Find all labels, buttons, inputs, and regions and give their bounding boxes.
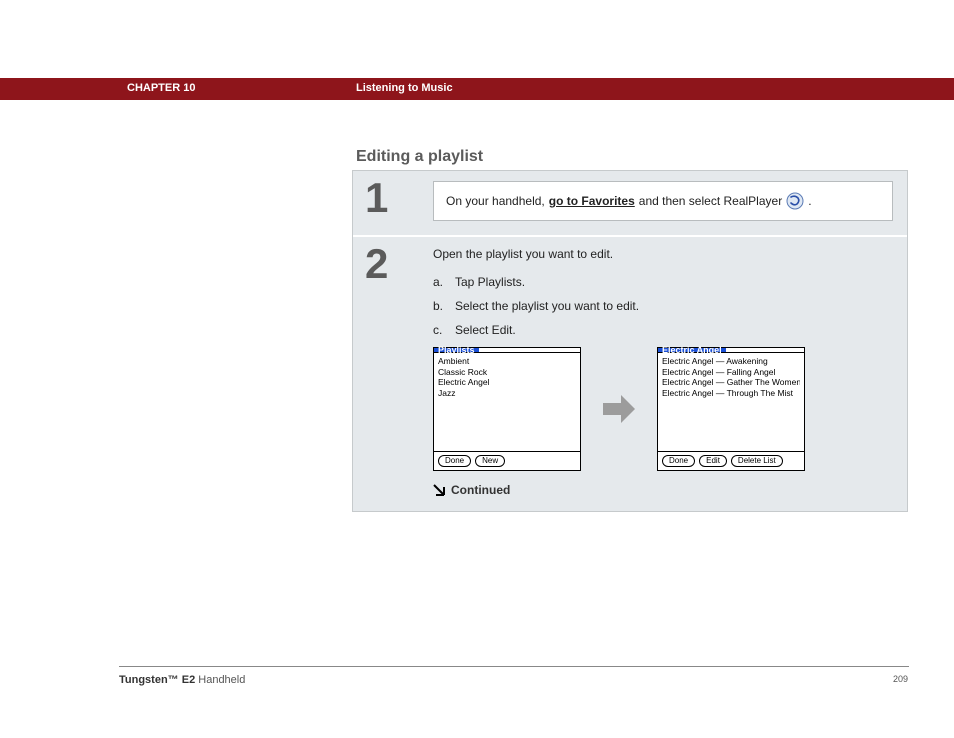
list-item[interactable]: Classic Rock [438, 367, 576, 378]
steps-container: 1 On your handheld, go to Favorites and … [352, 170, 908, 512]
substep-b-text: Select the playlist you want to edit. [455, 299, 639, 313]
section-label: Listening to Music [356, 82, 453, 94]
page-number: 209 [893, 674, 908, 684]
step-1-text-pre: On your handheld, [446, 194, 545, 208]
chapter-label: CHAPTER 10 [127, 82, 195, 94]
step-2-intro: Open the playlist you want to edit. [433, 247, 893, 261]
continued-arrow-icon [433, 484, 445, 496]
footer-suffix: Handheld [195, 674, 245, 686]
substep-b: b. Select the playlist you want to edit. [433, 299, 893, 313]
edit-button[interactable]: Edit [699, 455, 727, 467]
realplayer-icon [786, 192, 804, 210]
substep-b-letter: b. [433, 299, 455, 313]
substep-a-text: Tap Playlists. [455, 275, 525, 289]
substep-c-letter: c. [433, 323, 455, 337]
footer-brand: Tungsten™ E2 [119, 674, 195, 686]
step-number-2: 2 [353, 237, 423, 511]
step-number-1: 1 [353, 171, 423, 235]
step-1-text-tail: . [808, 194, 811, 208]
step-1-instruction: On your handheld, go to Favorites and th… [433, 181, 893, 221]
list-item[interactable]: Jazz [438, 388, 576, 399]
go-to-favorites-link[interactable]: go to Favorites [549, 194, 635, 208]
footer-product-name: Tungsten™ E2 Handheld [119, 674, 245, 686]
done-button[interactable]: Done [662, 455, 695, 467]
palm-playlist-detail-list: Electric Angel — Awakening Electric Ange… [658, 353, 804, 451]
palm-playlist-detail-title: Electric Angel [658, 348, 726, 352]
list-item[interactable]: Electric Angel — Falling Angel [662, 367, 800, 378]
continued-label: Continued [451, 483, 510, 497]
substep-a: a. Tap Playlists. [433, 275, 893, 289]
list-item[interactable]: Electric Angel — Awakening [662, 356, 800, 367]
new-button[interactable]: New [475, 455, 505, 467]
list-item[interactable]: Electric Angel — Gather The Women [662, 377, 800, 388]
step-1-text-post: and then select RealPlayer [639, 194, 782, 208]
delete-list-button[interactable]: Delete List [731, 455, 783, 467]
done-button[interactable]: Done [438, 455, 471, 467]
arrow-right-icon [599, 389, 639, 429]
palm-playlist-detail-window: Electric Angel Electric Angel — Awakenin… [657, 347, 805, 471]
page-title: Editing a playlist [356, 148, 483, 166]
palm-playlists-title: Playlists [434, 348, 479, 352]
substep-c-text: Select Edit. [455, 323, 516, 337]
list-item[interactable]: Ambient [438, 356, 576, 367]
continued-indicator: Continued [433, 483, 893, 497]
list-item[interactable]: Electric Angel — Through The Mist [662, 388, 800, 399]
chapter-header-bar: CHAPTER 10 Listening to Music [0, 78, 954, 100]
list-item[interactable]: Electric Angel [438, 377, 576, 388]
footer-divider [119, 666, 909, 667]
palm-playlists-window: Playlists Ambient Classic Rock Electric … [433, 347, 581, 471]
palm-playlists-list: Ambient Classic Rock Electric Angel Jazz [434, 353, 580, 451]
step-2: 2 Open the playlist you want to edit. a.… [353, 237, 907, 511]
substep-c: c. Select Edit. [433, 323, 893, 337]
substep-a-letter: a. [433, 275, 455, 289]
step-1: 1 On your handheld, go to Favorites and … [353, 171, 907, 237]
screenshots-row: Playlists Ambient Classic Rock Electric … [433, 347, 893, 471]
